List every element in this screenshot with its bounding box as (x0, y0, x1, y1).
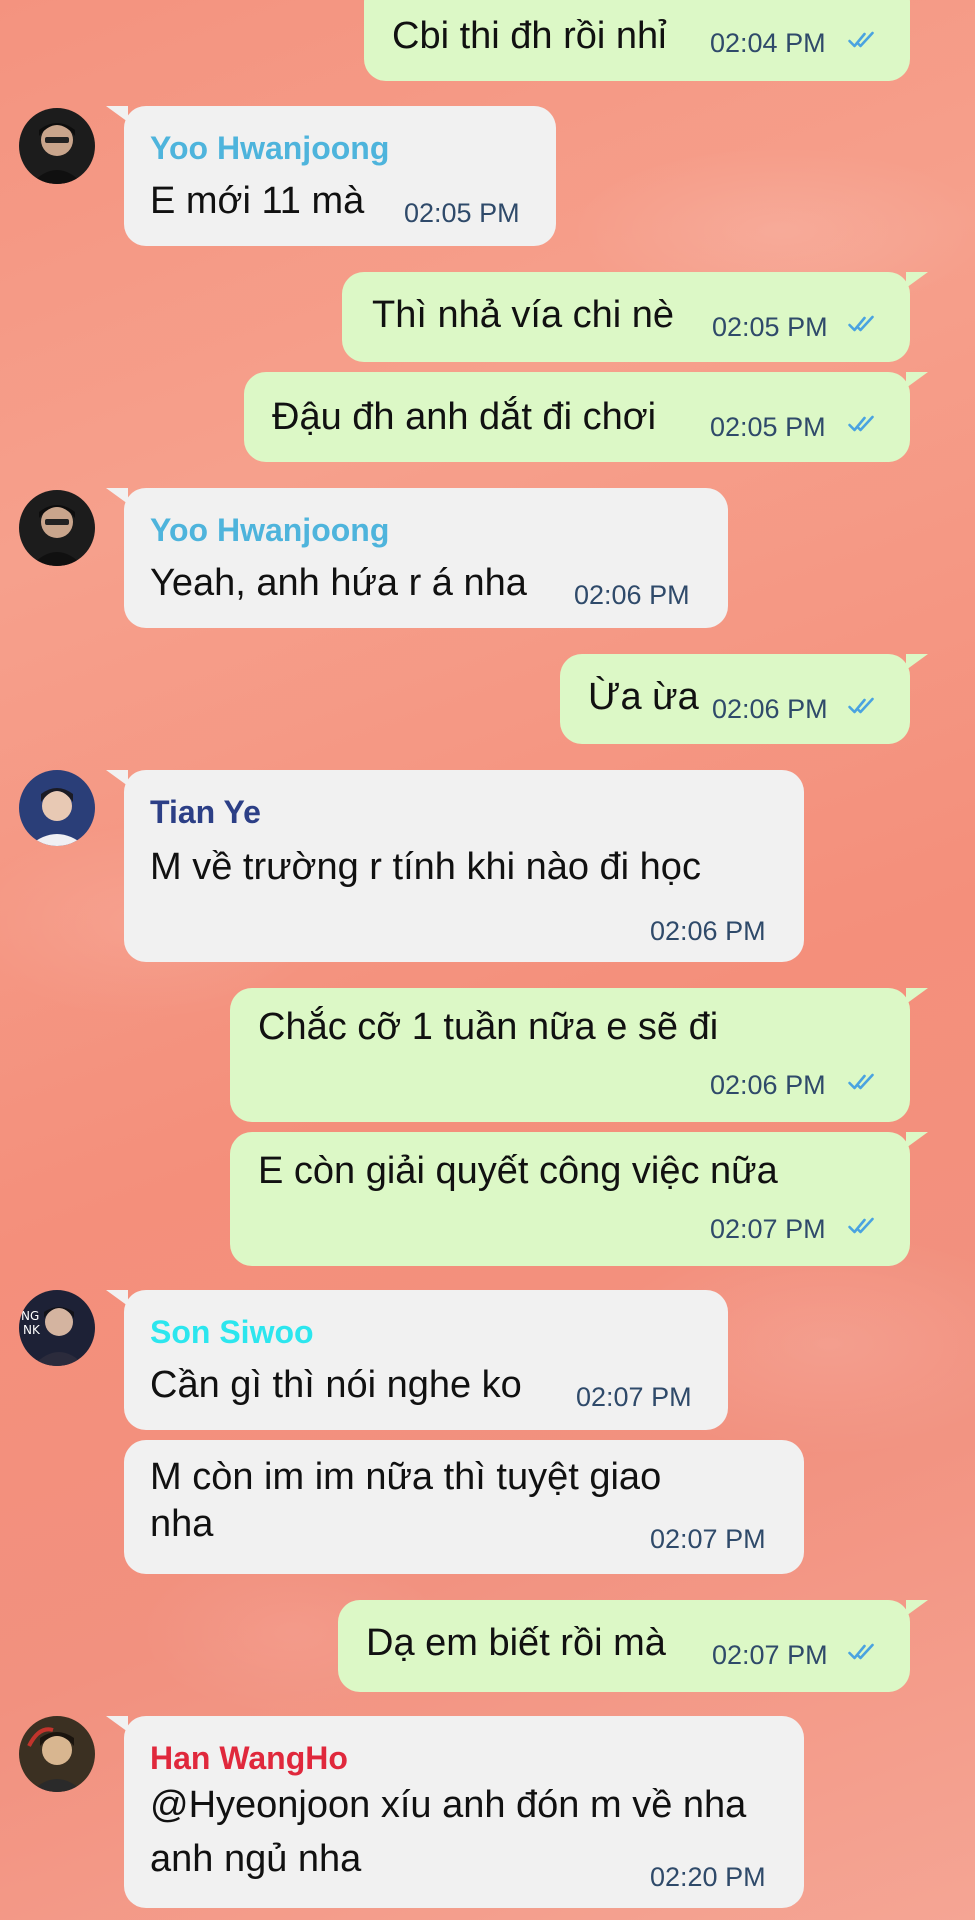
outgoing-message[interactable]: Dạ em biết rồi mà 02:07 PM (338, 1600, 928, 1692)
double-check-icon (848, 31, 874, 48)
message-time: 02:05 PM (712, 312, 828, 342)
message-time: 02:07 PM (650, 1524, 766, 1554)
incoming-message[interactable]: Tian Ye M về trường r tính khi nào đi họ… (106, 770, 804, 962)
avatar-tian-ye[interactable] (19, 770, 95, 846)
svg-text:NK: NK (23, 1323, 41, 1337)
svg-text:NG: NG (21, 1309, 39, 1323)
avatar-yoo-hwanjoong[interactable] (19, 490, 95, 566)
incoming-message[interactable]: Yoo Hwanjoong E mới 11 mà 02:05 PM (106, 106, 556, 246)
message-text: Đậu đh anh dắt đi chơi (272, 396, 657, 438)
double-check-icon (848, 1217, 874, 1234)
message-time: 02:07 PM (712, 1640, 828, 1670)
outgoing-message[interactable]: Cbi thi đh rồi nhỉ 02:04 PM (364, 0, 910, 81)
incoming-message[interactable]: M còn im im nữa thì tuyệt giao nha 02:07… (124, 1440, 804, 1574)
message-text: E mới 11 mà (150, 180, 365, 222)
double-check-icon (848, 1643, 874, 1660)
message-time: 02:20 PM (650, 1862, 766, 1892)
message-text: Dạ em biết rồi mà (366, 1622, 666, 1664)
incoming-message[interactable]: Son Siwoo Cần gì thì nói nghe ko 02:07 P… (106, 1290, 728, 1430)
outgoing-message[interactable]: Chắc cỡ 1 tuần nữa e sẽ đi 02:06 PM (230, 988, 928, 1122)
outgoing-message[interactable]: E còn giải quyết công việc nữa 02:07 PM (230, 1132, 928, 1266)
sender-name: Yoo Hwanjoong (150, 512, 390, 548)
avatar-yoo-hwanjoong[interactable] (19, 108, 95, 184)
avatar-han-wangho[interactable] (19, 1716, 95, 1792)
incoming-message[interactable]: Han WangHo @Hyeonjoon xíu anh đón m về n… (106, 1716, 804, 1908)
outgoing-message[interactable]: Ừa ừa 02:06 PM (560, 654, 928, 744)
incoming-message[interactable]: Yoo Hwanjoong Yeah, anh hứa r á nha 02:0… (106, 488, 728, 628)
double-check-icon (848, 697, 874, 714)
message-time: 02:06 PM (650, 916, 766, 946)
message-time: 02:06 PM (712, 694, 828, 724)
message-text: M về trường r tính khi nào đi học (150, 846, 701, 888)
message-time: 02:06 PM (710, 1070, 826, 1100)
message-text: Cbi thi đh rồi nhỉ (392, 15, 667, 57)
message-text: M còn im im nữa thì tuyệt giao nha (150, 1456, 662, 1545)
double-check-icon (848, 1073, 874, 1090)
sender-name: Son Siwoo (150, 1314, 314, 1350)
sender-name: Han WangHo (150, 1740, 348, 1776)
message-time: 02:07 PM (710, 1214, 826, 1244)
message-time: 02:05 PM (710, 412, 826, 442)
double-check-icon (848, 415, 874, 432)
message-time: 02:04 PM (710, 28, 826, 58)
sender-name: Yoo Hwanjoong (150, 130, 390, 166)
outgoing-message[interactable]: Thì nhả vía chi nè 02:05 PM (342, 272, 928, 362)
message-time: 02:05 PM (404, 198, 520, 228)
message-time: 02:06 PM (574, 580, 690, 610)
outgoing-message[interactable]: Đậu đh anh dắt đi chơi 02:05 PM (244, 372, 928, 462)
message-text: Thì nhả vía chi nè (372, 294, 675, 336)
message-time: 02:07 PM (576, 1382, 692, 1412)
message-text: Ừa ừa (588, 676, 699, 718)
message-text: E còn giải quyết công việc nữa (258, 1150, 778, 1192)
sender-name: Tian Ye (150, 794, 261, 830)
message-text: Cần gì thì nói nghe ko (150, 1364, 522, 1406)
avatar-son-siwoo[interactable]: NG NK (19, 1290, 95, 1366)
message-text: Yeah, anh hứa r á nha (150, 562, 527, 604)
double-check-icon (848, 315, 874, 332)
message-text: Chắc cỡ 1 tuần nữa e sẽ đi (258, 1006, 719, 1048)
